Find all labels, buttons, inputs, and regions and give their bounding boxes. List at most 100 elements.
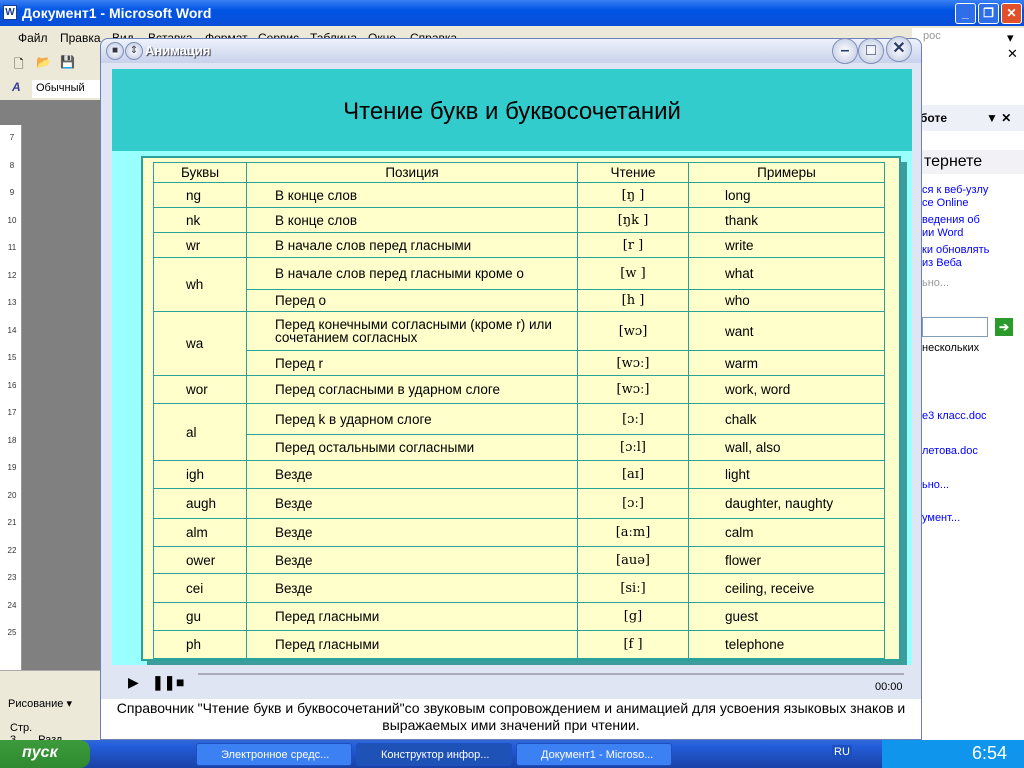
reading-cell: [ɔː] [577, 488, 689, 519]
task-button[interactable]: Электронное средс... [196, 743, 352, 766]
position-cell: Везде [246, 546, 578, 574]
reading-cell: [siː] [577, 573, 689, 603]
reading-cell: [h ] [577, 289, 689, 312]
ruler-number: 14 [7, 325, 17, 335]
position-cell: Перед r [246, 350, 578, 376]
taskpane-link[interactable]: ии Word [922, 227, 963, 240]
menu-file[interactable]: Файл [18, 31, 48, 45]
position-cell: Перед согласными в ударном слоге [246, 375, 578, 404]
status-bar: Стр. 3Разд [0, 716, 110, 746]
table-row: ng В конце слов [ŋ ] long [153, 182, 885, 208]
taskpane-more-link[interactable]: ьно... [922, 479, 949, 492]
letters-cell: cei [153, 573, 247, 603]
reading-cell: [g] [577, 602, 689, 631]
ask-question-input[interactable]: рос [917, 30, 997, 48]
new-document-link[interactable]: умент... [922, 512, 960, 525]
taskpane-close-icon[interactable]: ▼ ✕ [986, 111, 1011, 125]
play-icon[interactable]: ▶ [128, 674, 139, 691]
ruler-number: 23 [7, 573, 17, 582]
table-row: al Перед k в ударном слоге [ɔː] chalk [153, 403, 885, 461]
open-icon[interactable]: 📂 [36, 55, 51, 69]
dialog-maximize-button[interactable]: □ [858, 38, 884, 64]
table-row: wr В начале слов перед гласными [r ] write [153, 232, 885, 258]
taskpane-link[interactable]: се Online [922, 197, 968, 210]
word-app-icon: W [3, 5, 17, 20]
dialog-close-button[interactable]: ✕ [886, 36, 912, 62]
position-cell: Везде [246, 573, 578, 603]
taskpane-more-link[interactable]: ьно... [922, 277, 949, 290]
position-cell: В начале слов перед гласными кроме о [246, 257, 578, 290]
menu-edit[interactable]: Правка [60, 31, 101, 45]
pause-icon[interactable]: ❚❚ [152, 674, 175, 691]
seek-bar[interactable] [198, 673, 904, 675]
column-header: Чтение [577, 162, 689, 183]
letters-cell: al [153, 403, 247, 461]
taskpane-link[interactable]: из Веба [922, 257, 962, 270]
reading-cell: [ŋk ] [577, 207, 689, 233]
reading-cell: [aːm] [577, 518, 689, 547]
task-button[interactable]: Документ1 - Microso... [516, 743, 672, 766]
reading-cell: [f ] [577, 630, 689, 659]
taskpane-search-input[interactable] [922, 317, 988, 337]
time-display: 00:00 [875, 681, 903, 693]
table-row: alm Везде [aːm] calm [153, 518, 885, 547]
position-cell: Везде [246, 518, 578, 547]
search-hint: нескольких [922, 342, 980, 354]
position-cell: Перед гласными [246, 630, 578, 659]
letters-cell: alm [153, 518, 247, 547]
letters-cell: wr [153, 232, 247, 258]
dialog-minimize-button[interactable]: – [832, 38, 858, 64]
ruler-numbers: 7 8 9 10 11 12 13 14 15 16 17 18 19 20 21 22 23 24 25 [6, 130, 18, 653]
close-icon[interactable]: ▾ ✕ [1007, 30, 1024, 62]
task-label: Конструктор инфор... [381, 749, 490, 761]
collapse-icon[interactable]: ⇕ [125, 42, 143, 60]
examples-cell: what [688, 257, 885, 290]
language-indicator[interactable]: RU [832, 745, 852, 759]
letters-cell: wa [153, 311, 247, 376]
taskpane-link[interactable]: ся к веб-узлу [922, 184, 988, 197]
letters-cell: wor [153, 375, 247, 404]
view-buttons[interactable] [0, 670, 110, 692]
examples-cell: daughter, naughty [688, 488, 885, 519]
minimize-button[interactable]: _ [955, 3, 976, 24]
reading-cell: [ŋ ] [577, 182, 689, 208]
close-button[interactable]: ✕ [1001, 3, 1022, 24]
start-label: пуск [22, 744, 58, 761]
letters-cell: ph [153, 630, 247, 659]
task-button[interactable]: Конструктор инфор... [356, 743, 512, 766]
examples-cell: chalk [688, 403, 885, 435]
taskpane-link[interactable]: ки обновлять [922, 244, 989, 257]
taskpane-header: боте ▼ ✕ [912, 105, 1024, 131]
examples-cell: who [688, 289, 885, 312]
ruler-number: 22 [7, 545, 17, 555]
table-row: Перед о [h ] who [154, 289, 885, 312]
style-select[interactable]: Обычный [32, 80, 100, 98]
letters-cell: igh [153, 460, 247, 489]
restore-button[interactable]: ❐ [978, 3, 999, 24]
table-row: wor Перед согласными в ударном слоге [wɔː]… [153, 375, 885, 404]
letters-cell: ng [153, 182, 247, 208]
position-cell: Перед k в ударном слоге [246, 403, 578, 435]
start-button[interactable]: пуск [0, 740, 90, 768]
ruler-number: 21 [7, 518, 17, 527]
drawing-toolbar: Рисование ▾ [0, 692, 110, 716]
stop-button-icon[interactable]: ■ [176, 674, 184, 690]
recent-file-link[interactable]: е3 класс.doc [922, 410, 987, 423]
drawing-menu[interactable]: Рисование [8, 698, 63, 710]
styles-icon[interactable]: A [12, 80, 21, 94]
examples-cell: ceiling, receive [688, 573, 885, 603]
recent-file-link[interactable]: летова.doc [922, 445, 978, 458]
stop-icon[interactable]: ■ [106, 42, 124, 60]
ruler-number: 11 [7, 243, 17, 252]
examples-cell: calm [688, 518, 885, 547]
reading-cell: [w ] [577, 257, 689, 290]
save-icon[interactable]: 💾 [60, 55, 75, 69]
reading-cell: [ɔː] [577, 403, 689, 435]
new-doc-icon[interactable]: 🗋 [14, 55, 24, 76]
examples-cell: work, word [688, 375, 885, 404]
position-cell: В конце слов [246, 182, 578, 208]
taskpane-link[interactable]: ведения об [922, 214, 980, 227]
go-arrow-icon[interactable]: ➔ [995, 318, 1013, 336]
ruler-number: 25 [7, 628, 17, 637]
position-cell: Перед о [246, 289, 578, 312]
